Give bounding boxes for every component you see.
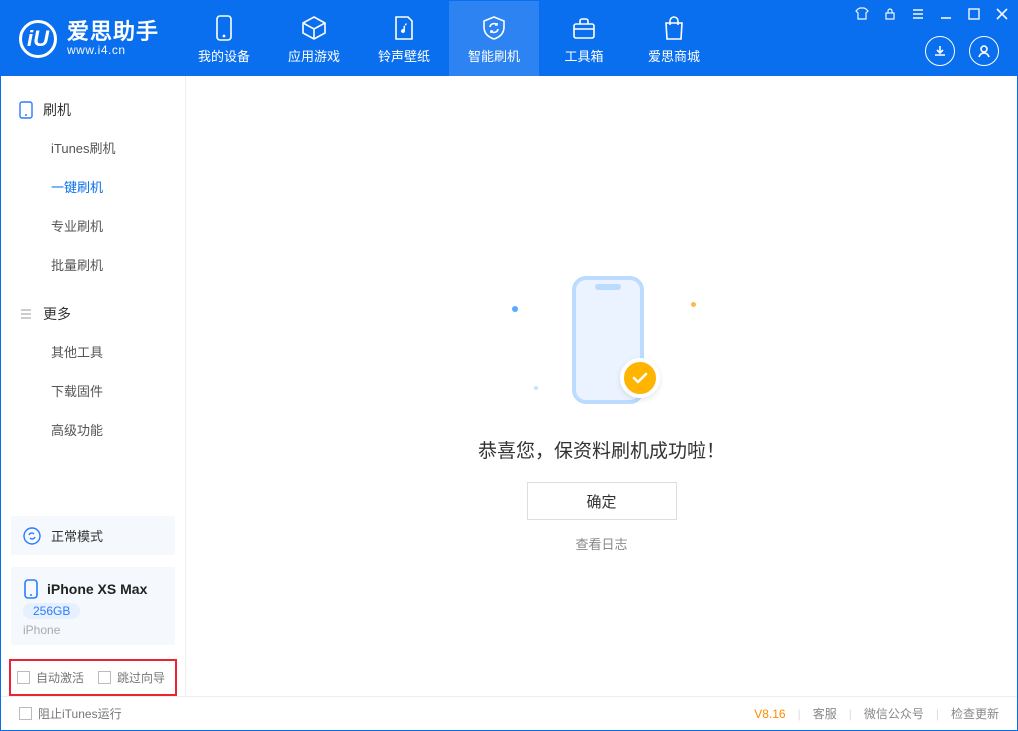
storage-badge: 256GB [23, 603, 80, 619]
download-button[interactable] [925, 36, 955, 66]
group-title: 更多 [43, 304, 71, 324]
sidebar-item-pro-flash[interactable]: 专业刷机 [1, 206, 185, 245]
device-icon [210, 14, 238, 42]
device-name: iPhone XS Max [47, 581, 147, 597]
view-log-link[interactable]: 查看日志 [575, 534, 627, 553]
checkbox-skip-guide[interactable]: 跳过向导 [98, 669, 165, 686]
app-logo: iU 爱思助手 www.i4.cn [1, 1, 179, 76]
group-title: 刷机 [43, 100, 71, 120]
footer-link-support[interactable]: 客服 [813, 705, 837, 722]
sidebar-item-oneclick-flash[interactable]: 一键刷机 [1, 167, 185, 206]
window-controls [853, 5, 1011, 23]
checkbox-icon [98, 671, 111, 684]
sparkle-icon [512, 306, 518, 312]
device-type: iPhone [23, 623, 60, 637]
footer-link-update[interactable]: 检查更新 [951, 705, 999, 722]
nav-flash[interactable]: 智能刷机 [449, 1, 539, 76]
app-name-en: www.i4.cn [67, 44, 159, 57]
nav-toolbox[interactable]: 工具箱 [539, 1, 629, 76]
sidebar-item-download-fw[interactable]: 下载固件 [1, 371, 185, 410]
nav-label: 智能刷机 [468, 46, 520, 65]
phone-icon [19, 101, 33, 119]
success-illustration [502, 266, 702, 426]
logo-icon: iU [19, 20, 57, 58]
sidebar-item-advanced[interactable]: 高级功能 [1, 410, 185, 449]
list-icon [19, 307, 33, 321]
sidebar-group-flash: 刷机 [1, 94, 185, 128]
toolbox-icon [570, 14, 598, 42]
device-card[interactable]: iPhone XS Max 256GB iPhone [11, 567, 175, 645]
close-icon[interactable] [993, 5, 1011, 23]
sidebar-item-batch-flash[interactable]: 批量刷机 [1, 245, 185, 284]
nav-label: 应用游戏 [288, 46, 340, 65]
highlighted-options: 自动激活 跳过向导 [9, 659, 177, 696]
sidebar-item-other-tools[interactable]: 其他工具 [1, 332, 185, 371]
nav-store[interactable]: 爱思商城 [629, 1, 719, 76]
checkbox-block-itunes[interactable]: 阻止iTunes运行 [19, 705, 122, 722]
nav-ringtones[interactable]: 铃声壁纸 [359, 1, 449, 76]
nav-label: 工具箱 [565, 46, 604, 65]
sync-icon [23, 527, 41, 545]
cube-icon [300, 14, 328, 42]
checkbox-icon [19, 707, 32, 720]
nav-my-device[interactable]: 我的设备 [179, 1, 269, 76]
sidebar-group-more: 更多 [1, 298, 185, 332]
maximize-icon[interactable] [965, 5, 983, 23]
footer-link-wechat[interactable]: 微信公众号 [864, 705, 924, 722]
checkbox-label: 跳过向导 [117, 669, 165, 686]
sparkle-icon [691, 302, 696, 307]
sparkle-icon [534, 386, 538, 390]
nav-label: 爱思商城 [648, 46, 700, 65]
mode-label: 正常模式 [51, 526, 103, 545]
minimize-icon[interactable] [937, 5, 955, 23]
checkbox-icon [17, 671, 30, 684]
success-check-icon [620, 358, 660, 398]
nav-label: 我的设备 [198, 46, 250, 65]
footer: 阻止iTunes运行 V8.16 | 客服 | 微信公众号 | 检查更新 [1, 696, 1017, 730]
music-file-icon [390, 14, 418, 42]
menu-icon[interactable] [909, 5, 927, 23]
shirt-icon[interactable] [853, 5, 871, 23]
ok-button[interactable]: 确定 [527, 482, 677, 520]
nav-apps[interactable]: 应用游戏 [269, 1, 359, 76]
nav-label: 铃声壁纸 [378, 46, 430, 65]
sidebar-item-itunes-flash[interactable]: iTunes刷机 [1, 128, 185, 167]
header: iU 爱思助手 www.i4.cn 我的设备 应用游戏 铃声壁纸 [1, 1, 1017, 76]
checkbox-label: 阻止iTunes运行 [38, 705, 122, 722]
refresh-shield-icon [480, 14, 508, 42]
version-label: V8.16 [754, 707, 785, 721]
mode-card[interactable]: 正常模式 [11, 516, 175, 555]
main-nav: 我的设备 应用游戏 铃声壁纸 智能刷机 工具箱 [179, 1, 719, 76]
success-message: 恭喜您，保资料刷机成功啦！ [478, 436, 725, 463]
checkbox-label: 自动激活 [36, 669, 84, 686]
user-button[interactable] [969, 36, 999, 66]
lock-icon[interactable] [881, 5, 899, 23]
device-icon [23, 579, 39, 599]
checkbox-auto-activate[interactable]: 自动激活 [17, 669, 84, 686]
app-name-cn: 爱思助手 [67, 20, 159, 44]
main-content: 恭喜您，保资料刷机成功啦！ 确定 查看日志 [186, 76, 1017, 696]
sidebar: 刷机 iTunes刷机 一键刷机 专业刷机 批量刷机 更多 其他工具 下载固件 … [1, 76, 186, 696]
bag-icon [660, 14, 688, 42]
